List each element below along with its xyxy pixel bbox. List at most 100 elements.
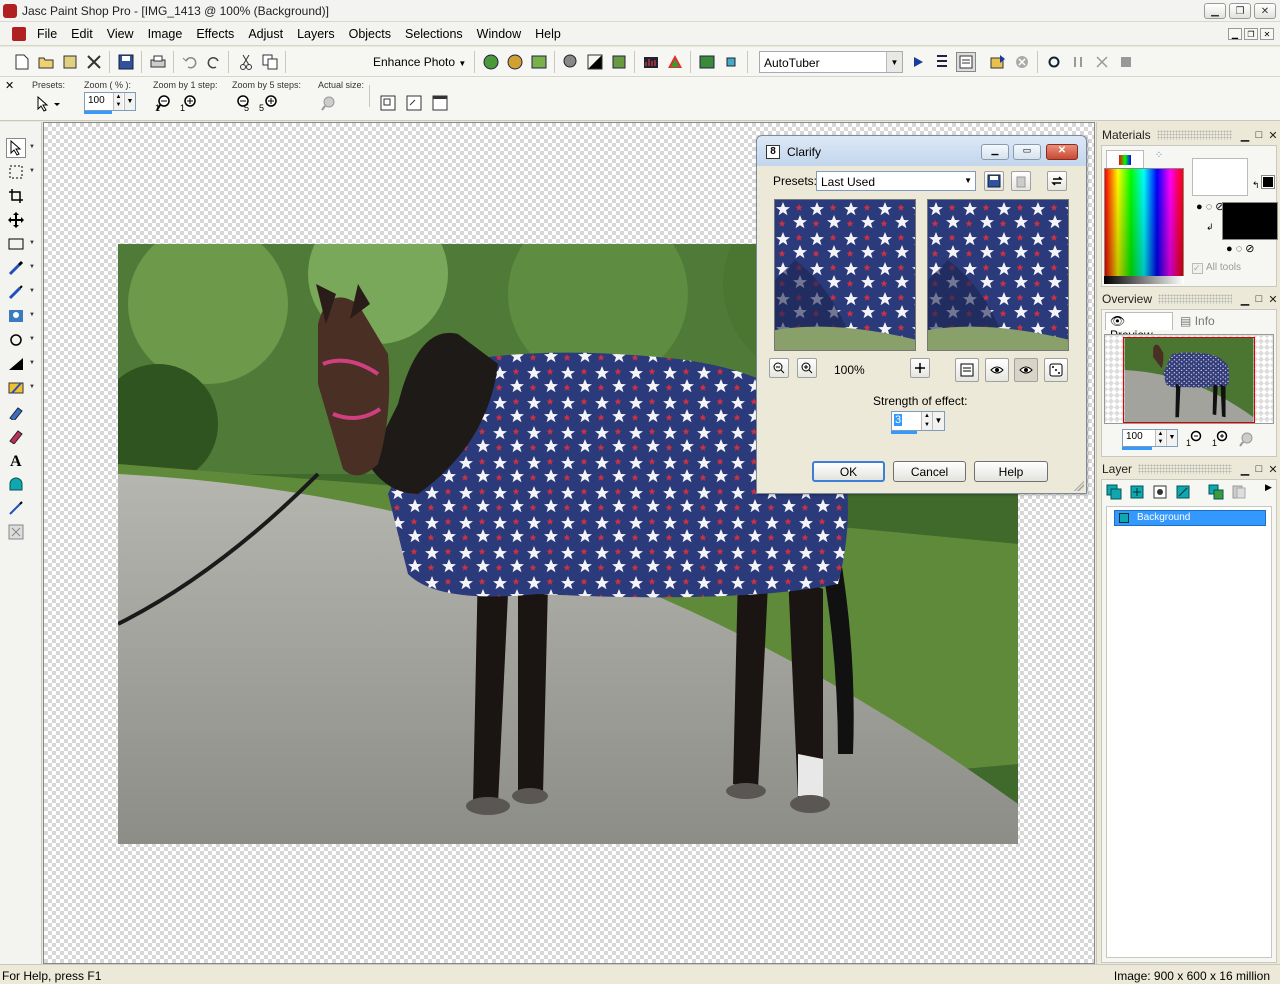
mdi-minimize-button[interactable]: ▁ [1228,28,1242,40]
copy-icon[interactable] [260,52,280,72]
color-adjust-icon[interactable] [665,52,685,72]
text-tool-icon[interactable]: A [6,450,26,470]
minimize-button[interactable]: ▁ [1204,3,1226,19]
overview-zoom-out-icon[interactable]: 1 [1186,430,1204,446]
menu-help[interactable]: Help [528,27,568,41]
new-file-icon[interactable] [12,52,32,72]
new-raster-layer-icon[interactable] [1106,484,1122,500]
chevron-down-icon[interactable]: ▼ [886,52,902,72]
histogram-icon[interactable] [641,52,661,72]
background-swatch[interactable] [1222,202,1278,240]
randomize-layout-icon[interactable] [955,358,979,382]
original-preview[interactable] [774,199,916,351]
shape-icon[interactable] [6,330,26,350]
menu-window[interactable]: Window [470,27,528,41]
mdi-close-button[interactable]: ✕ [1260,28,1274,40]
close-icon[interactable]: ✕ [5,79,14,92]
overview-actual-size-icon[interactable] [1238,431,1254,447]
zoom-in-1-icon[interactable]: 1 [180,94,200,112]
menu-view[interactable]: View [100,27,141,41]
paint-brush-icon[interactable] [6,282,26,302]
dialog-close-button[interactable]: ✕ [1046,144,1078,160]
new-vector-layer-icon[interactable] [1129,484,1145,500]
menu-edit[interactable]: Edit [64,27,100,41]
dialog-maximize-button[interactable]: ▭ [1013,144,1041,160]
frame-tab-icon[interactable] [1106,150,1144,168]
duplicate-layer-icon[interactable] [1208,484,1224,500]
overview-thumbnail[interactable] [1104,334,1274,424]
layer-row[interactable]: Background [1114,510,1266,526]
menu-effects[interactable]: Effects [189,27,241,41]
pause-icon[interactable] [1068,52,1088,72]
all-tools-checkbox[interactable]: ✓ [1192,263,1203,274]
enhance-photo-menu[interactable]: Enhance Photo ▼ [373,55,466,69]
overview-minimize-icon[interactable]: ▁ [1238,293,1252,306]
show-original-icon[interactable] [985,358,1009,382]
tab-preview[interactable]: 👁 Preview [1105,312,1173,342]
print-icon[interactable] [148,52,168,72]
zoom-in-5-icon[interactable]: 5 [259,94,279,112]
strength-input[interactable]: 3 ▲ ▼ ▼ [891,411,945,431]
preset-select[interactable]: Last Used ▼ [816,171,976,191]
warp-brush-icon[interactable] [6,522,26,542]
color-replacer-icon[interactable] [6,378,26,398]
layer-minimize-icon[interactable]: ▁ [1238,463,1252,476]
overview-zoom-in-icon[interactable]: 1 [1212,430,1230,446]
swatches-tab-icon[interactable]: ⁘ [1148,150,1170,168]
layer-more-icon[interactable]: ▶ [1265,482,1272,493]
materials-close-icon[interactable]: ✕ [1266,129,1280,142]
materials-minimize-icon[interactable]: ▁ [1238,129,1252,142]
save-preset-icon[interactable] [984,171,1004,191]
new-mask-layer-icon[interactable] [1152,484,1168,500]
menu-layers[interactable]: Layers [290,27,342,41]
zoom-input[interactable]: 100 ▲ ▼ ▼ [84,92,136,111]
actual-size-icon[interactable] [320,95,336,111]
stop-x-icon[interactable] [1092,52,1112,72]
menu-file[interactable]: File [30,27,64,41]
contrast-enhance-icon[interactable] [529,52,549,72]
swap-materials-icon[interactable]: ↲ [1206,222,1214,233]
document-icon[interactable] [12,26,26,41]
overview-maximize-icon[interactable]: □ [1252,293,1266,305]
help-button[interactable]: Help [974,461,1048,482]
proof-icon[interactable] [1014,358,1038,382]
close-button[interactable]: ✕ [1254,3,1276,19]
zoom-in-icon[interactable] [797,358,817,378]
eraser-icon[interactable] [6,402,26,422]
delete-preset-icon[interactable] [1011,171,1031,191]
selection-tool-icon[interactable] [6,162,26,182]
stop-icon[interactable] [1116,52,1136,72]
layer-maximize-icon[interactable]: □ [1252,463,1266,475]
zoom-out-5-icon[interactable]: 5 [234,94,254,112]
cut-icon[interactable] [236,52,256,72]
record-icon[interactable] [1044,52,1064,72]
saturation-icon[interactable] [585,52,605,72]
ok-button[interactable]: OK [812,461,885,482]
menu-image[interactable]: Image [141,27,190,41]
tab-info[interactable]: ▤ Info [1176,313,1226,331]
presets-dropdown[interactable] [34,94,62,114]
result-preview[interactable] [927,199,1069,351]
move-tool-icon[interactable] [6,210,26,230]
mdi-restore-button[interactable]: ❐ [1244,28,1258,40]
chevron-down-icon[interactable]: ▼ [964,176,972,185]
run-script-icon[interactable] [908,52,928,72]
dodge-icon[interactable] [6,354,26,374]
save-icon[interactable] [116,52,136,72]
color-balance-icon[interactable] [505,52,525,72]
scan-icon[interactable] [84,52,104,72]
preset-shape-icon[interactable] [6,474,26,494]
crop-tool-icon[interactable] [6,186,26,206]
clarify-icon[interactable] [561,52,581,72]
photo-editing-icon[interactable] [697,52,717,72]
overview-close-icon[interactable]: ✕ [1266,293,1280,306]
random-dice-icon[interactable] [1044,358,1068,382]
pen-tool-icon[interactable] [6,498,26,518]
bg-style-icons[interactable]: ● ◌ ⊘ [1226,242,1255,255]
edit-script-icon[interactable] [932,52,952,72]
menu-selections[interactable]: Selections [398,27,470,41]
full-screen-icon[interactable] [432,95,448,111]
fit-window-icon[interactable] [380,95,396,111]
delete-layer-icon[interactable] [1231,484,1247,500]
zoom-out-1-icon[interactable]: 1 [155,94,175,112]
